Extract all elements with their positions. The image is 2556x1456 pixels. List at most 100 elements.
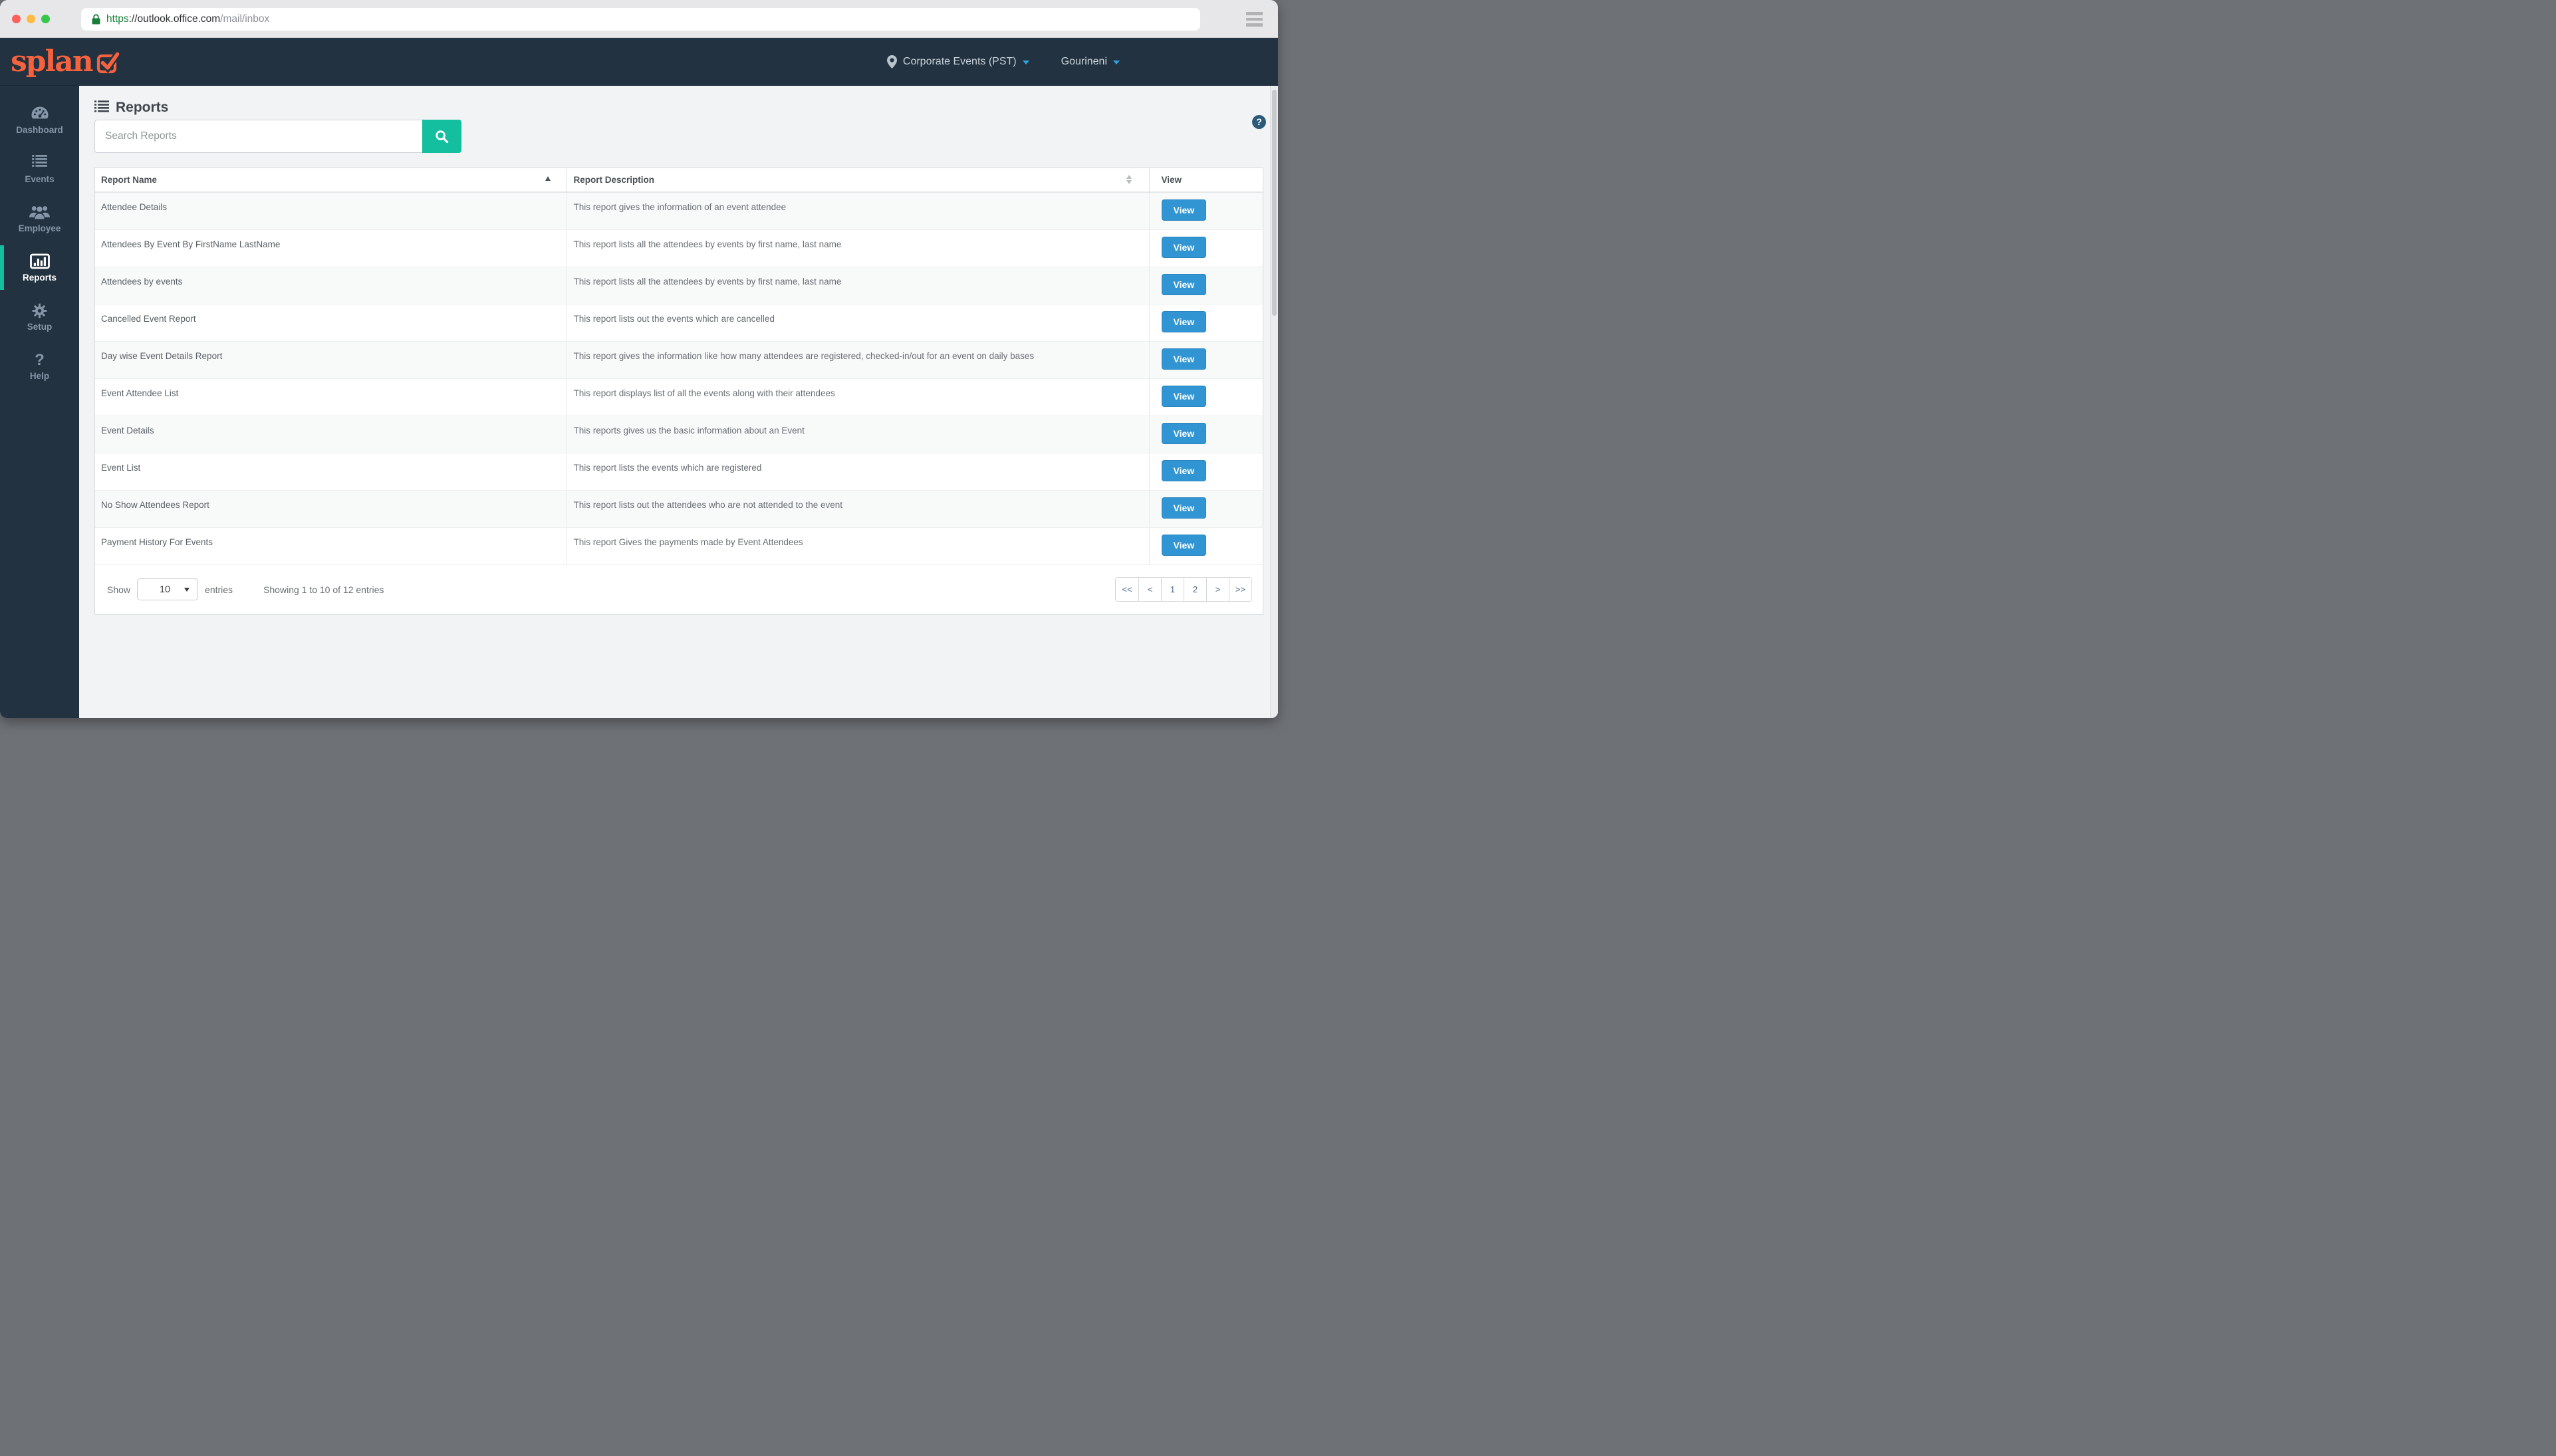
location-pin-icon — [886, 55, 897, 68]
scrollbar-thumb[interactable] — [1272, 90, 1277, 316]
table-row: Day wise Event Details Report This report… — [95, 341, 1263, 379]
sidebar-item-employee[interactable]: Employee — [0, 196, 79, 241]
view-button[interactable]: View — [1161, 348, 1207, 370]
minimize-button[interactable] — [27, 14, 35, 23]
reports-chart-icon — [0, 253, 79, 271]
report-description-cell: This report gives the information like h… — [565, 341, 1149, 379]
sidebar-item-label: Reports — [22, 273, 57, 283]
sidebar-item-reports[interactable]: Reports — [0, 245, 79, 290]
view-button[interactable]: View — [1161, 459, 1207, 481]
view-button[interactable]: View — [1161, 199, 1207, 221]
chevron-down-icon — [1113, 60, 1120, 64]
view-cell: View — [1148, 490, 1263, 528]
report-description-cell: This report gives the information of an … — [565, 192, 1149, 230]
sort-both-icon — [1126, 175, 1132, 184]
view-cell: View — [1148, 378, 1263, 416]
column-header-report-description[interactable]: Report Description — [565, 168, 1149, 193]
app-logo[interactable]: splan — [11, 47, 120, 76]
search-input[interactable] — [94, 120, 422, 153]
report-name-cell: Event Details — [95, 416, 566, 453]
url-path: /mail/inbox — [220, 13, 270, 25]
report-description-cell: This report lists all the attendees by e… — [565, 267, 1149, 304]
sidebar-item-setup[interactable]: Setup — [0, 295, 79, 339]
report-name-cell: Day wise Event Details Report — [95, 341, 566, 379]
pagination-button[interactable]: 2 — [1184, 578, 1206, 601]
body-row: Dashboard Events Employee Reports Setup? Help… — [0, 86, 1278, 718]
view-cell: View — [1148, 453, 1263, 491]
title-row: Reports — [79, 86, 1278, 116]
maximize-button[interactable] — [41, 14, 50, 23]
select-caret-icon — [184, 587, 190, 592]
report-description-cell: This report lists out the events which a… — [565, 304, 1149, 342]
reports-table: Report Name Report Description View Atte… — [95, 168, 1263, 565]
report-description-cell: This report Gives the payments made by E… — [565, 527, 1149, 565]
browser-menu-button[interactable] — [1246, 12, 1263, 27]
view-cell: View — [1148, 267, 1263, 304]
report-name-cell: Event List — [95, 453, 566, 491]
reports-table-body: Attendee Details This report gives the in… — [95, 192, 1263, 565]
search-row — [94, 120, 1278, 153]
desktop: https://outlook.office.com/mail/inbox sp… — [0, 0, 1278, 728]
table-row: No Show Attendees Report This report list… — [95, 490, 1263, 528]
column-header-report-name[interactable]: Report Name — [95, 168, 566, 193]
help-button[interactable]: ? — [1252, 115, 1266, 129]
user-menu[interactable]: Gourineni — [1061, 56, 1120, 68]
search-button[interactable] — [422, 120, 461, 153]
table-row: Attendees By Event By FirstName LastName… — [95, 229, 1263, 267]
report-name-cell: Event Attendee List — [95, 378, 566, 416]
browser-window: https://outlook.office.com/mail/inbox sp… — [0, 0, 1278, 718]
entries-summary: Showing 1 to 10 of 12 entries — [263, 584, 384, 595]
report-name-cell: Attendee Details — [95, 192, 566, 230]
view-button[interactable]: View — [1161, 310, 1207, 332]
view-button[interactable]: View — [1161, 497, 1207, 519]
url-bar[interactable]: https://outlook.office.com/mail/inbox — [81, 8, 1200, 31]
sidebar-item-label: Help — [29, 371, 50, 381]
sidebar-item-dashboard[interactable]: Dashboard — [0, 98, 79, 142]
pagination-button[interactable]: < — [1138, 578, 1161, 601]
dashboard-gauge-icon — [0, 106, 79, 123]
page-title: Reports — [116, 100, 169, 115]
setup-gear-icon — [0, 303, 79, 320]
view-button[interactable]: View — [1161, 385, 1207, 407]
url-scheme: https — [106, 13, 129, 25]
location-selector[interactable]: Corporate Events (PST) — [886, 55, 1029, 68]
report-name-cell: Attendees by events — [95, 267, 566, 304]
page-size-value: 10 — [159, 584, 171, 595]
view-button[interactable]: View — [1161, 534, 1207, 556]
page-size-select[interactable]: 10 — [137, 578, 199, 600]
report-description-cell: This reports gives us the basic informat… — [565, 416, 1149, 453]
sidebar-item-label: Events — [25, 174, 55, 184]
report-description-cell: This report lists out the attendees who … — [565, 490, 1149, 528]
view-cell: View — [1148, 341, 1263, 379]
pagination-button[interactable]: >> — [1229, 578, 1251, 601]
events-list-icon — [0, 155, 79, 172]
pagination-button[interactable]: << — [1116, 578, 1138, 601]
view-button[interactable]: View — [1161, 422, 1207, 444]
logo-checkbox-icon — [96, 51, 120, 73]
view-cell: View — [1148, 416, 1263, 453]
scrollbar-track[interactable] — [1270, 86, 1278, 718]
user-label: Gourineni — [1061, 55, 1107, 67]
list-icon — [94, 100, 109, 116]
browser-chrome: https://outlook.office.com/mail/inbox — [0, 0, 1278, 38]
table-row: Event Details This reports gives us the b… — [95, 416, 1263, 453]
sidebar-item-label: Setup — [27, 322, 53, 332]
pagination-button[interactable]: > — [1206, 578, 1229, 601]
pagination-button[interactable]: 1 — [1161, 578, 1184, 601]
reports-table-card: Report Name Report Description View Atte… — [94, 168, 1263, 615]
sidebar-item-events[interactable]: Events — [0, 147, 79, 191]
close-button[interactable] — [12, 14, 21, 23]
view-cell: View — [1148, 192, 1263, 230]
lock-icon — [92, 14, 100, 25]
header-right: Corporate Events (PST) Gourineni — [886, 55, 1278, 68]
employee-group-icon — [0, 204, 79, 221]
report-description-cell: This report lists all the attendees by e… — [565, 229, 1149, 267]
table-row: Cancelled Event Report This report lists … — [95, 304, 1263, 342]
sidebar-item-help[interactable]: ? Help — [0, 344, 79, 388]
sidebar-nav: Dashboard Events Employee Reports Setup ? Help — [0, 86, 79, 718]
chevron-down-icon — [1022, 60, 1029, 64]
sidebar-item-label: Dashboard — [16, 125, 63, 135]
view-button[interactable]: View — [1161, 236, 1207, 258]
report-name-cell: Payment History For Events — [95, 527, 566, 565]
view-button[interactable]: View — [1161, 273, 1207, 295]
